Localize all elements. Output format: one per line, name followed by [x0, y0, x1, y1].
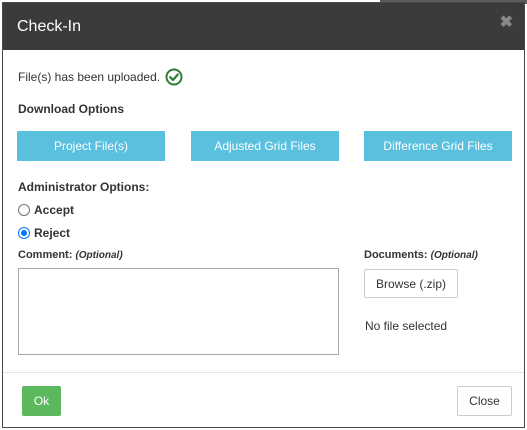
documents-optional-note: (Optional) [430, 250, 478, 261]
reject-option[interactable]: Reject [18, 226, 70, 240]
dialog-title: Check-In [17, 18, 82, 35]
accept-radio[interactable] [18, 204, 30, 216]
upload-status-text: File(s) has been uploaded. [18, 70, 161, 84]
file-status-text: No file selected [365, 319, 448, 333]
adjusted-grid-files-button[interactable]: Adjusted Grid Files [191, 131, 339, 161]
dialog-header: Check-In ✖ [3, 3, 524, 50]
upload-status: File(s) has been uploaded. [18, 68, 183, 86]
accept-label[interactable]: Accept [34, 203, 74, 217]
comment-textarea[interactable] [18, 268, 339, 355]
download-options-heading: Download Options [18, 102, 124, 116]
browse-zip-button[interactable]: Browse (.zip) [364, 269, 458, 298]
check-circle-icon [165, 68, 183, 86]
close-icon[interactable]: ✖ [500, 15, 513, 31]
accept-option[interactable]: Accept [18, 203, 74, 217]
footer-divider [3, 372, 524, 373]
documents-label: Documents: (Optional) [364, 249, 478, 261]
reject-label[interactable]: Reject [34, 226, 70, 240]
administrator-options-heading: Administrator Options: [18, 180, 150, 194]
reject-radio[interactable] [18, 227, 30, 239]
close-button[interactable]: Close [457, 386, 512, 416]
difference-grid-files-button[interactable]: Difference Grid Files [364, 131, 512, 161]
ok-button[interactable]: Ok [22, 386, 61, 416]
comment-label: Comment: (Optional) [18, 249, 123, 261]
check-in-dialog: Check-In ✖ File(s) has been uploaded. Do… [2, 2, 525, 428]
comment-label-text: Comment: [18, 249, 73, 261]
documents-label-text: Documents: [364, 249, 428, 261]
project-files-button[interactable]: Project File(s) [17, 131, 165, 161]
comment-optional-note: (Optional) [75, 250, 123, 261]
